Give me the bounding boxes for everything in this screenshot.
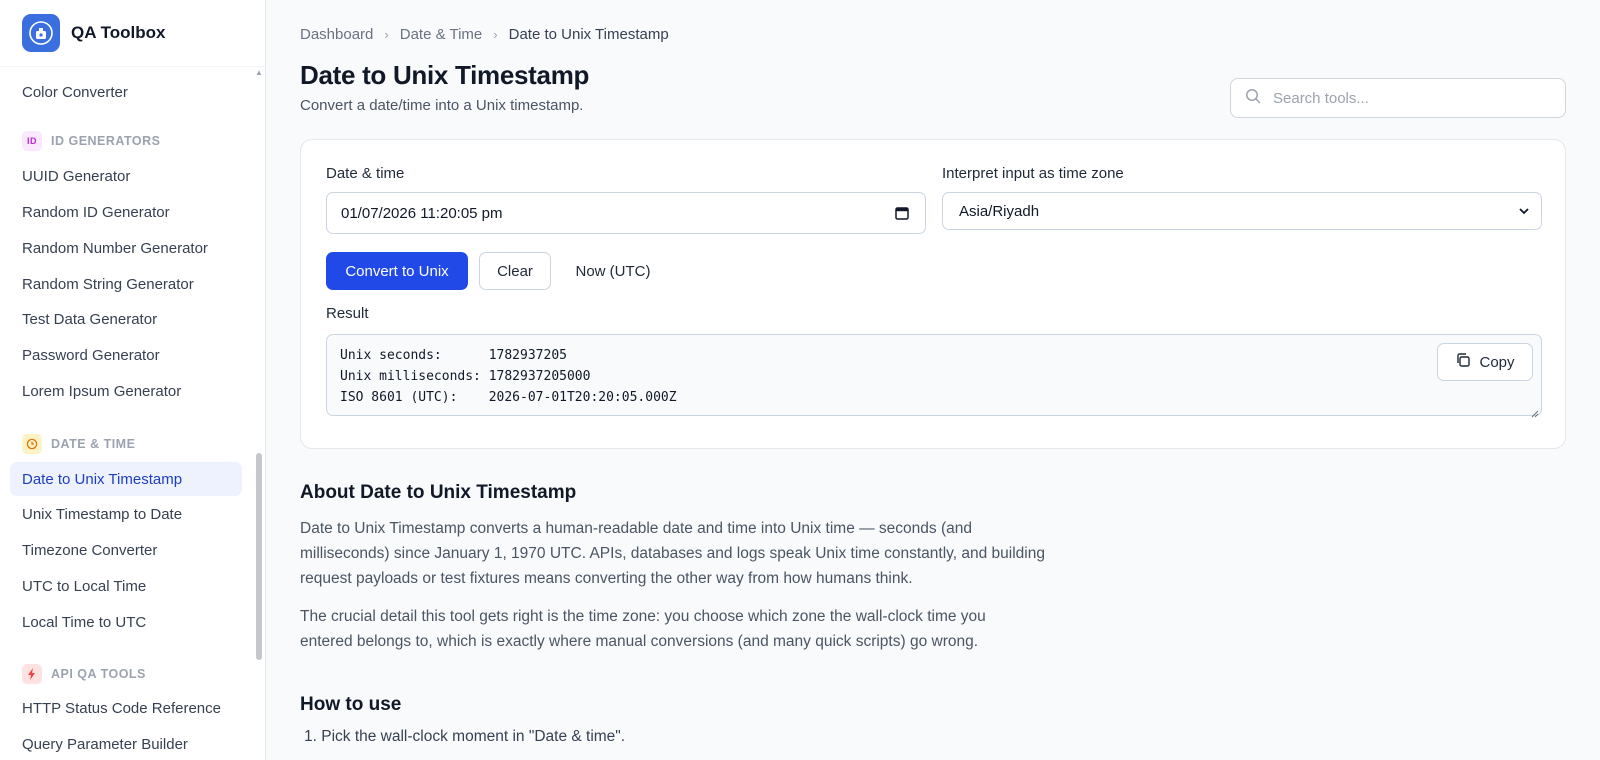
sidebar-item-date-to-unix-timestamp[interactable]: Date to Unix Timestamp: [10, 462, 242, 496]
sidebar-item-local-time-to-utc[interactable]: Local Time to UTC: [10, 605, 242, 639]
group-label: API QA TOOLS: [51, 667, 146, 681]
bolt-icon: [22, 664, 42, 684]
timezone-select[interactable]: Asia/Riyadh: [942, 192, 1542, 230]
sidebar-item-uuid-generator[interactable]: UUID Generator: [10, 159, 242, 193]
app-title: QA Toolbox: [71, 23, 166, 42]
about-p1-line: milliseconds) since January 1, 1970 UTC.…: [300, 545, 1045, 562]
date-time-value: 01/07/2026 11:20:05 pm: [341, 204, 503, 222]
result-line-milliseconds: Unix milliseconds: 1782937205000: [340, 369, 591, 384]
id-icon: ID: [22, 131, 42, 151]
sidebar-item-color-converter[interactable]: Color Converter: [10, 75, 242, 109]
timezone-value: Asia/Riyadh: [959, 202, 1040, 220]
about-paragraph-1: Date to Unix Timestamp converts a human-…: [300, 516, 1100, 591]
result-line-iso: ISO 8601 (UTC): 2026-07-01T20:20:05.000Z: [340, 390, 677, 405]
date-time-input[interactable]: 01/07/2026 11:20:05 pm: [326, 192, 926, 234]
converter-card: Date & time 01/07/2026 11:20:05 pm Inter…: [300, 139, 1566, 449]
search-icon: [1245, 88, 1261, 109]
sidebar-item-password-generator[interactable]: Password Generator: [10, 338, 242, 372]
convert-to-unix-button[interactable]: Convert to Unix: [326, 252, 468, 290]
sidebar: QA Toolbox Color Converter ID ID GENERAT…: [0, 0, 266, 760]
main-content: Dashboard › Date & Time › Date to Unix T…: [266, 0, 1600, 760]
group-label: ID GENERATORS: [51, 134, 161, 148]
about-p1-line: request payloads or test fixtures means …: [300, 570, 913, 587]
about-p2-line: The crucial detail this tool gets right …: [300, 608, 986, 625]
chevron-right-icon: ›: [384, 27, 389, 42]
how-to-use-title: How to use: [300, 694, 402, 715]
scrollbar-thumb[interactable]: [256, 453, 262, 660]
breadcrumb-dashboard[interactable]: Dashboard: [300, 26, 373, 43]
copy-icon: [1455, 352, 1471, 372]
breadcrumb-date-time[interactable]: Date & Time: [400, 26, 483, 43]
about-title: About Date to Unix Timestamp: [300, 482, 577, 503]
timezone-label: Interpret input as time zone: [942, 165, 1124, 182]
chevron-down-icon: [1517, 204, 1531, 222]
sidebar-item-timezone-converter[interactable]: Timezone Converter: [10, 533, 242, 567]
result-output: Unix seconds: 1782937205 Unix millisecond…: [340, 345, 677, 408]
brand[interactable]: QA Toolbox: [0, 0, 265, 67]
how-to-step: 1. Pick the wall-clock moment in "Date &…: [304, 728, 626, 745]
search-input[interactable]: [1273, 89, 1543, 107]
now-utc-button[interactable]: Now (UTC): [563, 252, 663, 290]
group-date-time: DATE & TIME: [22, 433, 135, 455]
copy-label: Copy: [1479, 353, 1515, 371]
group-label: DATE & TIME: [51, 437, 136, 451]
group-id-generators: ID ID GENERATORS: [22, 130, 161, 152]
sidebar-item-http-status-code-reference[interactable]: HTTP Status Code Reference: [10, 691, 242, 725]
result-line-seconds: Unix seconds: 1782937205: [340, 348, 567, 363]
about-p1-line: Date to Unix Timestamp converts a human-…: [300, 520, 972, 537]
sidebar-item-query-parameter-builder[interactable]: Query Parameter Builder: [10, 727, 242, 760]
group-api-qa-tools: API QA TOOLS: [22, 663, 146, 685]
resize-handle-icon[interactable]: [1531, 405, 1539, 418]
about-paragraph-2: The crucial detail this tool gets right …: [300, 604, 1100, 654]
sidebar-item-test-data-generator[interactable]: Test Data Generator: [10, 302, 242, 336]
sidebar-item-random-id-generator[interactable]: Random ID Generator: [10, 195, 242, 229]
sidebar-item-random-string-generator[interactable]: Random String Generator: [10, 267, 242, 301]
scroll-up-arrow-icon[interactable]: ▲: [255, 69, 263, 77]
page-subtitle: Convert a date/time into a Unix timestam…: [300, 97, 584, 114]
chevron-right-icon: ›: [493, 27, 498, 42]
search-box[interactable]: [1230, 78, 1566, 118]
sidebar-item-unix-timestamp-to-date[interactable]: Unix Timestamp to Date: [10, 497, 242, 531]
sidebar-scrollbar[interactable]: ▲: [255, 67, 263, 760]
about-p2-line: entered belongs to, which is exactly whe…: [300, 633, 979, 650]
sidebar-item-random-number-generator[interactable]: Random Number Generator: [10, 231, 242, 265]
date-label: Date & time: [326, 165, 405, 182]
copy-button[interactable]: Copy: [1437, 343, 1533, 381]
sidebar-nav: Color Converter ID ID GENERATORS UUID Ge…: [0, 67, 265, 760]
clear-button[interactable]: Clear: [479, 252, 551, 290]
logo-icon: [22, 14, 60, 52]
result-textarea[interactable]: Unix seconds: 1782937205 Unix millisecond…: [326, 334, 1542, 418]
sidebar-item-lorem-ipsum-generator[interactable]: Lorem Ipsum Generator: [10, 374, 242, 408]
breadcrumb-current: Date to Unix Timestamp: [508, 26, 669, 43]
calendar-icon[interactable]: [895, 206, 909, 224]
sidebar-item-utc-to-local-time[interactable]: UTC to Local Time: [10, 569, 242, 603]
breadcrumb: Dashboard › Date & Time › Date to Unix T…: [300, 26, 669, 43]
page-title: Date to Unix Timestamp: [300, 60, 590, 90]
result-label: Result: [326, 305, 369, 322]
clock-icon: [22, 434, 42, 454]
